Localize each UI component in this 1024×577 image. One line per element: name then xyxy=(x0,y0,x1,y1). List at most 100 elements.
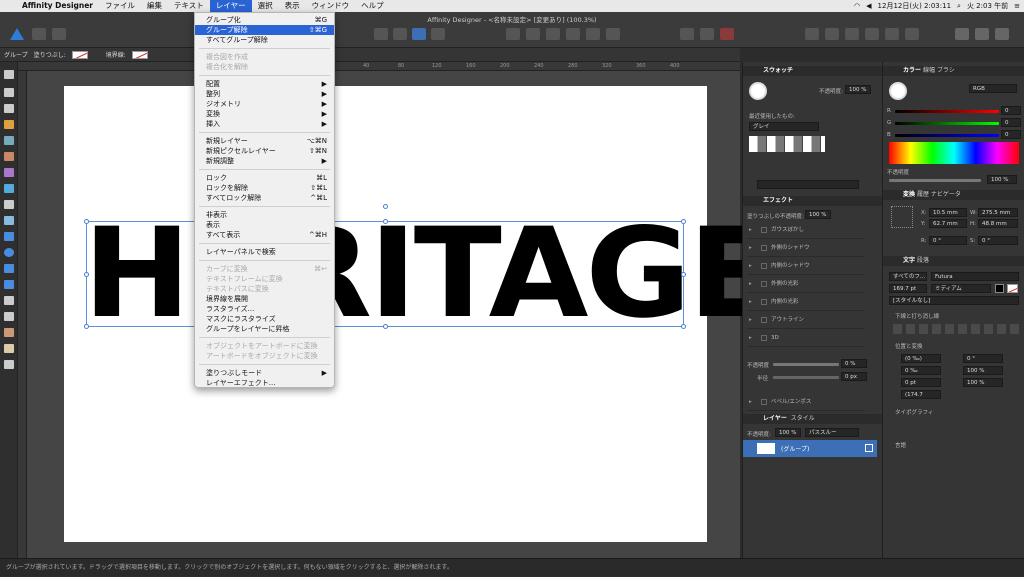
text-style-select[interactable]: [スタイルなし] xyxy=(889,296,1019,305)
layer-menu-item[interactable]: 整列 ▶ xyxy=(195,89,334,99)
layer-menu-item[interactable]: すべてロック解除 ^⌘L xyxy=(195,193,334,203)
fill-swatch[interactable] xyxy=(71,50,88,59)
color-opacity-slider[interactable] xyxy=(889,179,981,182)
handle-ml[interactable] xyxy=(84,272,89,277)
layer-menu-item[interactable]: レイヤーパネルで検索 xyxy=(195,247,334,257)
boolean-xor-icon[interactable] xyxy=(865,28,879,40)
layer-menu-item[interactable]: 変換 ▶ xyxy=(195,109,334,119)
layer-menu-item[interactable]: ロック ⌘L xyxy=(195,173,334,183)
rotate-handle[interactable] xyxy=(383,204,388,209)
x-field[interactable]: 10.5 mm xyxy=(929,208,967,217)
blue-slider[interactable] xyxy=(895,134,999,137)
handle-bl[interactable] xyxy=(84,324,89,329)
layer-menu-item[interactable]: 表示 xyxy=(195,220,334,230)
handle-tl[interactable] xyxy=(84,219,89,224)
move-tool-icon[interactable] xyxy=(4,70,14,79)
layer-menu-item[interactable]: 非表示 xyxy=(195,210,334,220)
text-color-swatch[interactable] xyxy=(995,284,1004,293)
layer-menu-item[interactable]: ラスタライズ... xyxy=(195,304,334,314)
rectangle-tool-icon[interactable] xyxy=(4,232,14,241)
layer-menu-item[interactable]: レイヤーエフェクト... xyxy=(195,378,334,388)
align-right-icon[interactable] xyxy=(546,28,560,40)
character-tab[interactable]: 文字 xyxy=(903,257,915,264)
effect-3d[interactable]: 3D xyxy=(747,330,865,347)
effect-gaussian-blur[interactable]: ガウスぼかし xyxy=(747,222,865,239)
layer-menu-item[interactable]: すべて表示 ^⌘H xyxy=(195,230,334,240)
effect-opacity-field[interactable]: 0 % xyxy=(841,359,867,368)
layer-menu-item[interactable]: ロックを解除 ⇧⌘L xyxy=(195,183,334,193)
styles-tab[interactable]: スタイル xyxy=(791,415,815,422)
view-mode-icon[interactable] xyxy=(955,28,969,40)
color-opacity-field[interactable]: 100 % xyxy=(987,175,1017,184)
designer-persona-icon[interactable] xyxy=(10,28,24,40)
text-tool-icon[interactable] xyxy=(4,296,14,305)
transparency-tool-icon[interactable] xyxy=(4,184,14,193)
boolean-subtract-icon[interactable] xyxy=(825,28,839,40)
stroke-tab[interactable]: 線幅 xyxy=(923,67,935,74)
swatches-tab[interactable]: スウォッチ xyxy=(763,67,793,74)
font-size-field[interactable]: 169.7 pt xyxy=(889,284,927,293)
transform-tab[interactable]: 変換 xyxy=(903,191,915,198)
layer-menu-item[interactable]: すべてグループ解除 xyxy=(195,35,334,45)
rounded-rect-tool-icon[interactable] xyxy=(4,264,14,273)
typography-section[interactable]: タイポグラフィ xyxy=(895,408,933,416)
effect-outer-glow[interactable]: 外側の光彩 xyxy=(747,276,865,293)
fill-tool-icon[interactable] xyxy=(4,168,14,177)
view-outline-icon[interactable] xyxy=(995,28,1009,40)
fill-color-well[interactable] xyxy=(749,82,767,100)
menu-app[interactable]: Affinity Designer xyxy=(16,0,99,12)
h-field[interactable]: 48.8 mm xyxy=(978,219,1018,228)
w-field[interactable]: 275.5 mm xyxy=(978,208,1018,217)
skew-field[interactable]: 0 ° xyxy=(963,354,1003,363)
clock-short[interactable]: 火 2:03 午前 xyxy=(967,1,1008,11)
zoom-tool-icon[interactable] xyxy=(4,360,14,369)
effect-bevel[interactable]: ベベル/エンボス xyxy=(747,394,865,411)
menu-text[interactable]: テキスト xyxy=(168,0,210,12)
align-left-icon[interactable] xyxy=(506,28,520,40)
menu-window[interactable]: ウィンドウ xyxy=(306,0,356,12)
handle-br[interactable] xyxy=(681,324,686,329)
menu-layer[interactable]: レイヤー xyxy=(209,0,252,12)
color-spectrum[interactable] xyxy=(889,142,1019,164)
effect-outline[interactable]: アウトライン xyxy=(747,312,865,329)
layer-row-group[interactable]: (グループ) xyxy=(743,440,877,457)
radius-slider[interactable] xyxy=(773,376,839,379)
shapes-tool-icon[interactable] xyxy=(4,280,14,289)
green-slider[interactable] xyxy=(895,122,999,125)
frame-text-tool-icon[interactable] xyxy=(4,312,14,321)
menu-help[interactable]: ヘルプ xyxy=(355,0,390,12)
flip-h-icon[interactable] xyxy=(374,28,388,40)
h-scale-field[interactable]: 100 % xyxy=(963,366,1003,375)
font-family-select[interactable]: Futura xyxy=(931,272,1019,281)
navigator-tab[interactable]: ナビゲータ xyxy=(931,191,961,198)
boolean-add-icon[interactable] xyxy=(805,28,819,40)
align-middle-icon[interactable] xyxy=(586,28,600,40)
blue-field[interactable]: 0 xyxy=(1001,130,1021,139)
layer-menu-item[interactable]: マスクにラスタライズ xyxy=(195,314,334,324)
radius-field[interactable]: 0 px xyxy=(841,372,867,381)
layer-menu-item[interactable]: 挿入 ▶ xyxy=(195,119,334,129)
rotation-field[interactable]: 0 ° xyxy=(929,236,967,245)
baseline-field[interactable]: 0 pt xyxy=(901,378,941,387)
text-stroke-swatch[interactable] xyxy=(1007,284,1018,293)
volume-icon[interactable]: ◀ xyxy=(866,2,871,10)
color-mode-select[interactable]: RGB xyxy=(969,84,1017,93)
pen-tool-icon[interactable] xyxy=(4,120,14,129)
color-well[interactable] xyxy=(889,82,907,100)
effect-outer-shadow[interactable]: 外側のシャドウ xyxy=(747,240,865,257)
handle-mr[interactable] xyxy=(681,272,686,277)
color-header[interactable]: カラー 線幅 ブラシ xyxy=(883,66,1024,76)
arrange-front-icon[interactable] xyxy=(412,28,426,40)
snap-grid-icon[interactable] xyxy=(680,28,694,40)
swatch-grid[interactable] xyxy=(749,136,825,152)
transform-header[interactable]: 変換 履歴 ナビゲータ xyxy=(883,190,1024,200)
menu-file[interactable]: ファイル xyxy=(99,0,141,12)
menu-list-icon[interactable]: ≡ xyxy=(1014,2,1020,10)
font-collection-select[interactable]: すべてのフ... xyxy=(889,272,927,281)
effects-header[interactable]: エフェクト xyxy=(743,196,882,206)
flip-v-icon[interactable] xyxy=(393,28,407,40)
boolean-intersect-icon[interactable] xyxy=(845,28,859,40)
layer-menu-item[interactable]: 新規調整 ▶ xyxy=(195,156,334,166)
brush-tool-icon[interactable] xyxy=(4,152,14,161)
handle-tm[interactable] xyxy=(383,219,388,224)
